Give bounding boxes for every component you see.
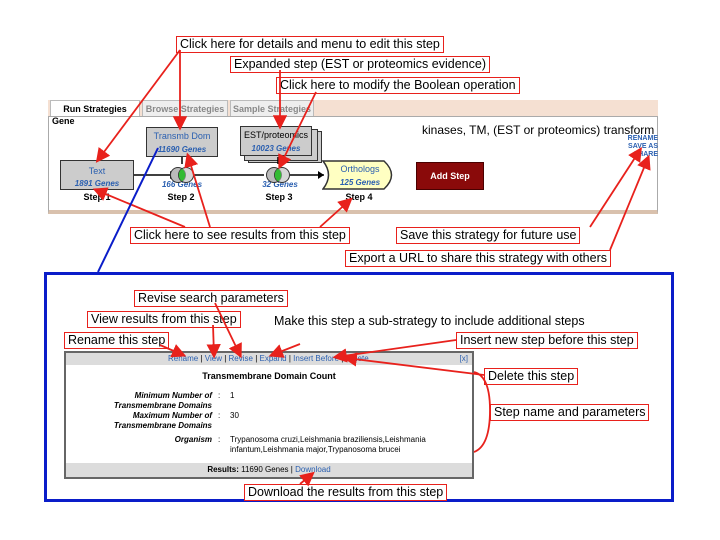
view-link[interactable]: View: [205, 354, 222, 363]
callout-modify-boolean: Click here to modify the Boolean operati…: [276, 77, 520, 94]
param-min-tm-value: 1: [230, 391, 235, 400]
expand-link[interactable]: Expand: [260, 354, 287, 363]
rename-link[interactable]: Rename: [168, 354, 198, 363]
callout-revise-params: Revise search parameters: [134, 290, 288, 307]
param-min-tm-label: Minimum Number of Transmembrane Domains: [113, 391, 212, 410]
param-organism-value: Trypanosoma cruzi,Leishmania braziliensi…: [230, 435, 426, 454]
callout-step-name-params: Step name and parameters: [490, 404, 650, 421]
param-colon: :: [218, 411, 221, 420]
param-colon: :: [218, 435, 221, 444]
param-organism-label: Organism: [174, 435, 212, 444]
popup-footer: Results: 11690 Genes | Download: [66, 463, 472, 477]
download-link[interactable]: Download: [295, 465, 331, 474]
param-colon: :: [218, 391, 221, 400]
popup-menu-bar: Rename | View | Revise | Expand | Insert…: [66, 353, 472, 365]
callout-view-results: View results from this step: [87, 311, 241, 328]
insert-before-link[interactable]: Insert Before: [293, 354, 339, 363]
callout-insert-before: Insert new step before this step: [456, 332, 638, 349]
callout-download-results: Download the results from this step: [244, 484, 448, 501]
delete-link[interactable]: Delete: [346, 354, 369, 363]
callout-delete-step: Delete this step: [484, 368, 579, 385]
callout-make-substrategy: Make this step a sub-strategy to include…: [274, 314, 585, 328]
callout-rename-step: Rename this step: [64, 332, 170, 349]
revise-link[interactable]: Revise: [229, 354, 253, 363]
callout-details-menu: Click here for details and menu to edit …: [176, 36, 444, 53]
callout-see-results: Click here to see results from this step: [130, 227, 350, 244]
callout-save-strategy: Save this strategy for future use: [396, 227, 581, 244]
callout-expanded-step: Expanded step (EST or proteomics evidenc…: [230, 56, 490, 73]
step-3-boolean-venn-icon[interactable]: [266, 164, 290, 186]
results-label: Results:: [207, 465, 239, 474]
popup-title: Transmembrane Domain Count: [202, 371, 336, 381]
param-max-tm-label: Maximum Number of Transmembrane Domains: [113, 411, 212, 430]
param-max-tm-value: 30: [230, 411, 239, 420]
close-popup-button[interactable]: [x]: [460, 353, 468, 365]
step-details-popup: Rename | View | Revise | Expand | Insert…: [64, 351, 474, 479]
step-2-boolean-venn-icon[interactable]: [170, 164, 194, 186]
results-value: 11690 Genes: [241, 465, 289, 474]
callout-export-url: Export a URL to share this strategy with…: [345, 250, 611, 267]
